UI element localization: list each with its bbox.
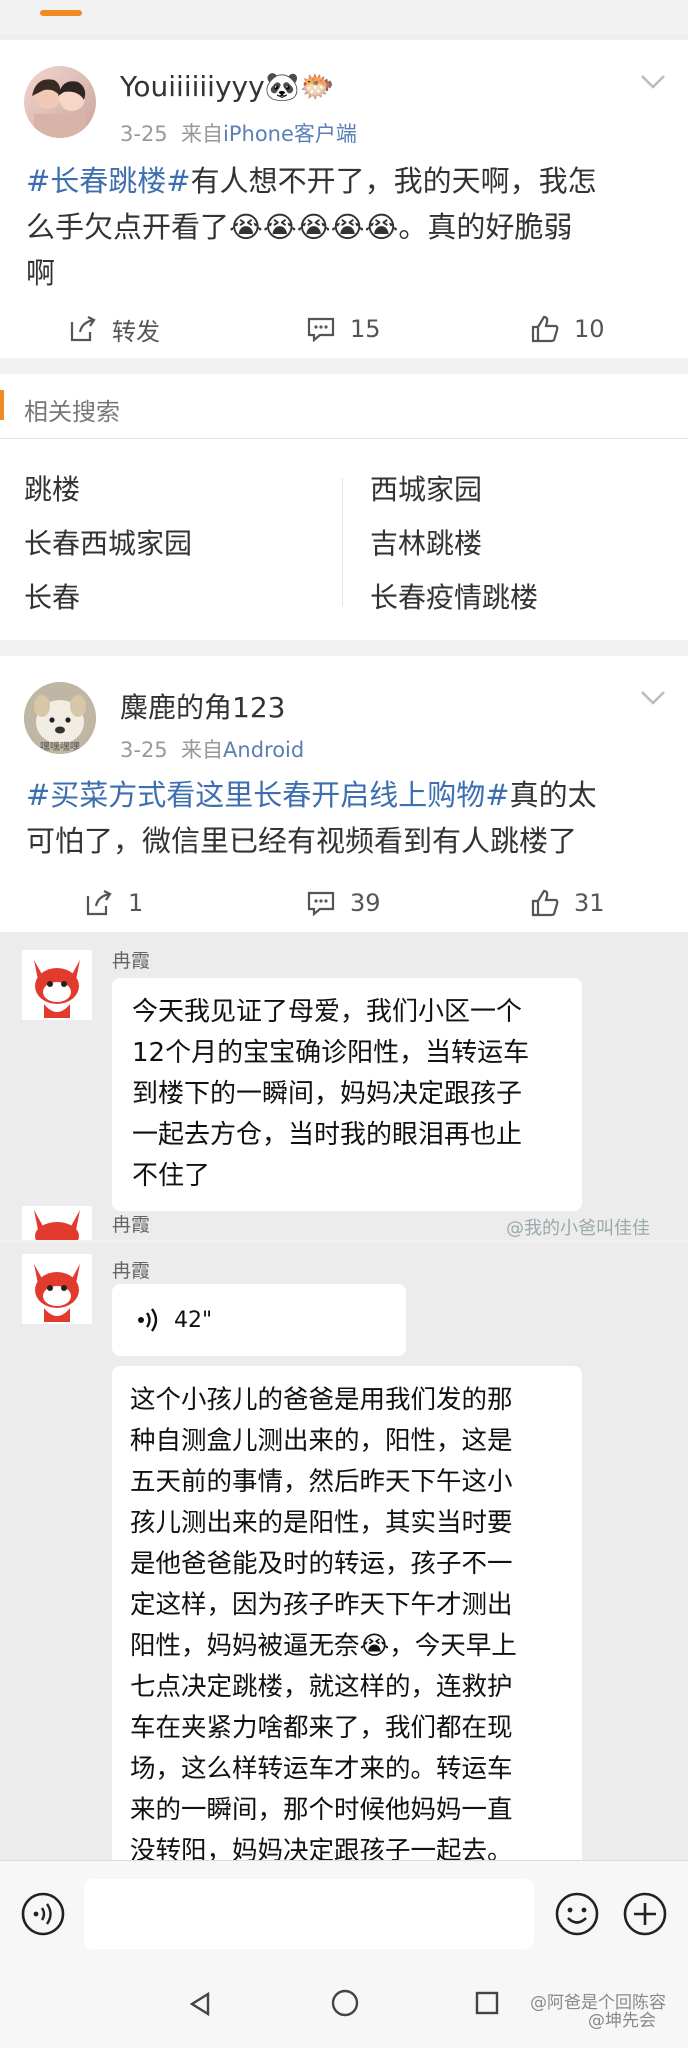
chat-sender-name: 冉霞 xyxy=(112,1260,151,1282)
voice-wave-icon xyxy=(138,1308,158,1332)
message-line: 12个月的宝宝确诊阳性，当转运车 xyxy=(132,1038,530,1068)
related-search-card: 相关搜索 跳楼 西城家园 长春西城家园 吉林跳楼 长春 长春疫情跳楼 xyxy=(0,374,688,640)
back-icon[interactable] xyxy=(186,1990,214,2018)
related-item[interactable]: 吉林跳楼 xyxy=(370,522,482,562)
message-line: 种自测盒儿测出来的，阳性，这是 xyxy=(130,1426,513,1456)
message-line: 场，这么样转运车才来的。转运车 xyxy=(130,1754,513,1784)
message-line: 孩儿测出来的是阳性，其实当时要 xyxy=(130,1508,513,1538)
message-line: 是他爸爸能及时的转运，孩子不一 xyxy=(130,1549,513,1579)
action-bar: 转发 15 10 xyxy=(0,304,688,354)
watermark: @我的小爸叫佳佳 xyxy=(506,1218,650,1239)
related-item[interactable]: 西城家园 xyxy=(370,468,482,508)
message-input[interactable] xyxy=(84,1879,534,1949)
username[interactable]: Youiiiiiiyyy🐼🐡 xyxy=(120,70,334,103)
message-line: 今天我见证了母爱，我们小区一个 xyxy=(132,997,523,1027)
comment-icon xyxy=(307,317,335,343)
voice-input-icon[interactable] xyxy=(20,1891,66,1937)
top-indicator xyxy=(40,10,82,16)
message-line: 来的一瞬间，那个时候他妈妈一直 xyxy=(130,1795,513,1825)
post-text-line: 么手欠点开看了😭😭😭😭😭。真的好脆弱 xyxy=(26,210,573,244)
repost-button[interactable]: 1 xyxy=(84,878,143,928)
thumbs-up-icon xyxy=(531,889,559,917)
chat-message-bubble: 这个小孩儿的爸爸是用我们发的那 种自测盒儿测出来的，阳性，这是 五天前的事情，然… xyxy=(112,1366,582,1886)
chevron-down-icon[interactable] xyxy=(640,74,666,90)
comment-icon xyxy=(307,891,335,917)
thumbs-up-icon xyxy=(531,315,559,343)
post-hashtag[interactable]: #长春跳楼# xyxy=(26,164,191,198)
like-button[interactable]: 31 xyxy=(530,878,605,928)
comment-button[interactable]: 39 xyxy=(306,878,381,928)
watermark-line: @坤先会 xyxy=(588,2011,656,2031)
watermark: @阿爸是个回陈容 @坤先会 xyxy=(530,1994,666,2030)
emoji-icon[interactable] xyxy=(554,1891,600,1937)
fox-avatar-icon xyxy=(22,1206,92,1240)
message-line: 七点决定跳楼，就这样的，连救护 xyxy=(130,1672,513,1702)
related-item[interactable]: 跳楼 xyxy=(24,468,80,508)
repost-label: 转发 xyxy=(112,317,160,346)
chat-message-bubble: 今天我见证了母爱，我们小区一个 12个月的宝宝确诊阳性，当转运车 到楼下的一瞬间… xyxy=(112,978,582,1211)
comment-count: 39 xyxy=(350,889,381,917)
post-text-line: 真的太 xyxy=(509,778,597,812)
message-line: 五天前的事情，然后昨天下午这小 xyxy=(130,1467,513,1497)
post-text-line: 可怕了，微信里已经有视频看到有人跳楼了 xyxy=(26,824,578,858)
chat-sender-name: 冉霞 xyxy=(112,1214,151,1236)
message-line: 不住了 xyxy=(132,1161,211,1191)
post-source[interactable]: iPhone客户端 xyxy=(223,122,357,146)
divider xyxy=(0,438,688,439)
related-item[interactable]: 长春疫情跳楼 xyxy=(370,576,538,616)
message-line: 到楼下的一瞬间，妈妈决定跟孩子 xyxy=(132,1079,523,1109)
like-count: 31 xyxy=(574,889,605,917)
post-text-line: 啊 xyxy=(26,256,56,290)
share-icon xyxy=(70,316,96,342)
post-meta: 3-25 来自Android xyxy=(120,734,304,764)
post-date: 3-25 xyxy=(120,738,168,762)
related-title-accent xyxy=(0,390,4,420)
fox-avatar-icon xyxy=(22,1254,92,1324)
user-avatar[interactable]: 嘿嘿嘿嘿 xyxy=(24,682,96,754)
post-source[interactable]: Android xyxy=(223,738,304,762)
post-from: 来自 xyxy=(181,122,224,146)
user-avatar[interactable] xyxy=(24,66,96,138)
username[interactable]: 麋鹿的角123 xyxy=(120,686,285,726)
post-hashtag[interactable]: #买菜方式看这里长春开启线上购物# xyxy=(26,778,510,812)
home-icon[interactable] xyxy=(330,1988,360,2018)
post-date: 3-25 xyxy=(120,122,168,146)
post-from: 来自 xyxy=(181,738,224,762)
voice-message-bubble[interactable]: 42" xyxy=(112,1284,406,1356)
chevron-down-icon[interactable] xyxy=(640,690,666,706)
voice-duration: 42" xyxy=(174,1307,213,1333)
plus-icon[interactable] xyxy=(622,1891,668,1937)
action-bar: 1 39 31 xyxy=(0,878,688,928)
related-item[interactable]: 长春西城家园 xyxy=(24,522,192,562)
message-line: 阳性，妈妈被逼无奈😭，今天早上 xyxy=(130,1631,517,1661)
message-line: 这个小孩儿的爸爸是用我们发的那 xyxy=(130,1385,513,1415)
post-text: #买菜方式看这里长春开启线上购物#真的太 可怕了，微信里已经有视频看到有人跳楼了 xyxy=(26,772,666,864)
share-icon xyxy=(86,890,112,916)
system-nav-bar: @阿爸是个回陈容 @坤先会 xyxy=(0,1960,688,2048)
chat-screenshot-1: 冉霞 今天我见证了母爱，我们小区一个 12个月的宝宝确诊阳性，当转运车 到楼下的… xyxy=(0,932,688,1240)
post-text-line: 有人想不开了，我的天啊，我怎 xyxy=(190,164,597,198)
chat-sender-name: 冉霞 xyxy=(112,950,151,972)
fox-avatar-icon xyxy=(22,950,92,1020)
post-card-1: Youiiiiiiyyy🐼🐡 3-25 来自iPhone客户端 #长春跳楼#有人… xyxy=(0,40,688,358)
message-line: 一起去方仓，当时我的眼泪再也止 xyxy=(132,1120,523,1150)
comment-count: 15 xyxy=(350,315,381,343)
avatar-caption: 嘿嘿嘿嘿 xyxy=(40,741,80,753)
post-card-2: 嘿嘿嘿嘿 麋鹿的角123 3-25 来自Android #买菜方式看这里长春开启… xyxy=(0,656,688,932)
message-line: 定这样，因为孩子昨天下午才测出 xyxy=(130,1590,513,1620)
like-count: 10 xyxy=(574,315,605,343)
post-meta: 3-25 来自iPhone客户端 xyxy=(120,118,357,148)
related-search-title: 相关搜索 xyxy=(24,398,120,426)
message-line: 车在夹紧力啥都来了，我们都在现 xyxy=(130,1713,513,1743)
like-button[interactable]: 10 xyxy=(530,304,605,354)
recents-icon[interactable] xyxy=(474,1990,500,2016)
repost-count: 1 xyxy=(128,889,144,917)
chat-screenshot-2: 冉霞 42" 这个小孩儿的爸爸是用我们发的那 种自测盒儿测出来的，阳性，这是 五… xyxy=(0,1242,688,1886)
comment-button[interactable]: 15 xyxy=(306,304,381,354)
related-item[interactable]: 长春 xyxy=(24,576,80,616)
repost-button[interactable]: 转发 xyxy=(68,304,160,354)
post-text: #长春跳楼#有人想不开了，我的天啊，我怎 么手欠点开看了😭😭😭😭😭。真的好脆弱 … xyxy=(26,158,666,296)
watermark-line: @阿爸是个回陈容 xyxy=(530,1993,666,2013)
column-divider xyxy=(342,478,343,606)
